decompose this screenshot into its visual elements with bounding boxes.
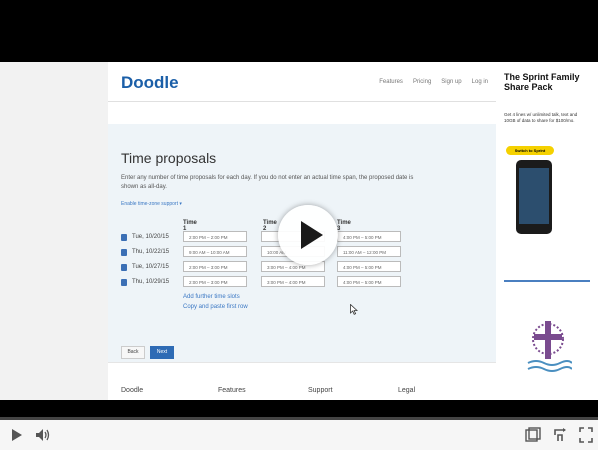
ad-subtext: Get 4 lines w/ unlimited talk, text and … xyxy=(504,112,578,123)
add-time-slots-link[interactable]: Add further time slots xyxy=(183,294,240,300)
date-row: Thu, 10/29/15 2:00 PM – 3:00 PM 3:00 PM … xyxy=(121,276,411,290)
sprint-ad[interactable]: The Sprint Family Share Pack Get 4 lines… xyxy=(496,62,598,400)
time-slot-input[interactable]: 11:00 AM – 12:00 PM xyxy=(337,246,401,257)
date-label: Thu, 10/22/15 xyxy=(132,249,170,255)
video-controls-area xyxy=(0,400,598,450)
time-slot-input[interactable]: 3:00 PM – 4:00 PM xyxy=(261,276,325,287)
video-frame[interactable]: Doodle Features Pricing Sign up Log in T… xyxy=(0,62,598,400)
phone-image xyxy=(516,160,552,234)
time-slot-input[interactable]: 2:00 PM – 2:00 PM xyxy=(183,231,247,242)
back-button[interactable]: Back xyxy=(121,346,145,359)
doodle-nav: Features Pricing Sign up Log in xyxy=(379,79,488,85)
mouse-cursor-icon xyxy=(350,304,358,315)
date-label: Thu, 10/29/15 xyxy=(132,279,170,285)
date-label: Tue, 10/27/15 xyxy=(132,264,169,270)
doodle-logo: Doodle xyxy=(121,73,179,92)
fullscreen-icon[interactable] xyxy=(578,426,594,444)
footer-features[interactable]: Features xyxy=(218,387,246,394)
calendar-icon xyxy=(121,234,127,241)
nav-signup[interactable]: Sign up xyxy=(441,79,461,85)
captions-icon[interactable] xyxy=(524,426,542,444)
play-overlay-button[interactable] xyxy=(278,205,338,265)
nav-features[interactable]: Features xyxy=(379,79,403,85)
date-row: Tue, 10/27/15 2:00 PM – 3:00 PM 3:00 PM … xyxy=(121,261,411,275)
video-top-letterbox xyxy=(0,0,598,62)
player-controls xyxy=(0,420,598,450)
date-row: Thu, 10/22/15 9:00 AM – 10:00 AM 10:00 A… xyxy=(121,246,411,260)
time-slot-input[interactable]: 9:00 AM – 10:00 AM xyxy=(183,246,247,257)
ad-headline: The Sprint Family Share Pack xyxy=(504,72,580,92)
time-slot-input[interactable]: 4:00 PM – 5:00 PM xyxy=(337,231,401,242)
nav-pricing[interactable]: Pricing xyxy=(413,79,431,85)
date-label: Tue, 10/20/15 xyxy=(132,234,169,240)
play-icon[interactable] xyxy=(8,426,26,444)
volume-icon[interactable] xyxy=(34,426,52,444)
church-logo-icon xyxy=(527,321,572,372)
time-slot-input[interactable]: 4:00 PM – 5:00 PM xyxy=(337,276,401,287)
watch-later-icon[interactable] xyxy=(552,426,570,444)
calendar-icon xyxy=(121,249,127,256)
next-button[interactable]: Next xyxy=(150,346,174,359)
time-slot-input[interactable]: 4:00 PM – 5:00 PM xyxy=(337,261,401,272)
footer-legal[interactable]: Legal xyxy=(398,387,415,394)
page-title: Time proposals xyxy=(121,150,217,166)
timezone-link-label: Enable time-zone support xyxy=(121,201,178,207)
calendar-icon xyxy=(121,264,127,271)
copy-first-row-link[interactable]: Copy and paste first row xyxy=(183,304,248,310)
phone-screen xyxy=(519,168,549,224)
progress-track[interactable] xyxy=(0,400,598,418)
time-slot-input[interactable]: 2:00 PM – 3:00 PM xyxy=(183,261,247,272)
intro-text: Enter any number of time proposals for e… xyxy=(121,175,414,190)
calendar-icon xyxy=(121,279,127,286)
ad-divider xyxy=(504,280,590,282)
nav-login[interactable]: Log in xyxy=(472,79,488,85)
footer-doodle[interactable]: Doodle xyxy=(121,387,143,394)
doodle-footer: Doodle Features Support Legal xyxy=(108,362,496,400)
timezone-link[interactable]: Enable time-zone support ▾ xyxy=(121,201,182,207)
left-gutter xyxy=(0,62,108,400)
switch-to-sprint-button[interactable]: Switch to Sprint xyxy=(506,146,554,155)
doodle-header: Doodle Features Pricing Sign up Log in xyxy=(108,62,496,102)
footer-support[interactable]: Support xyxy=(308,387,333,394)
play-circle-icon xyxy=(301,221,323,249)
date-row: Tue, 10/20/15 2:00 PM – 2:00 PM 4:00 PM … xyxy=(121,231,411,245)
time-slot-input[interactable]: 2:00 PM – 3:00 PM xyxy=(183,276,247,287)
